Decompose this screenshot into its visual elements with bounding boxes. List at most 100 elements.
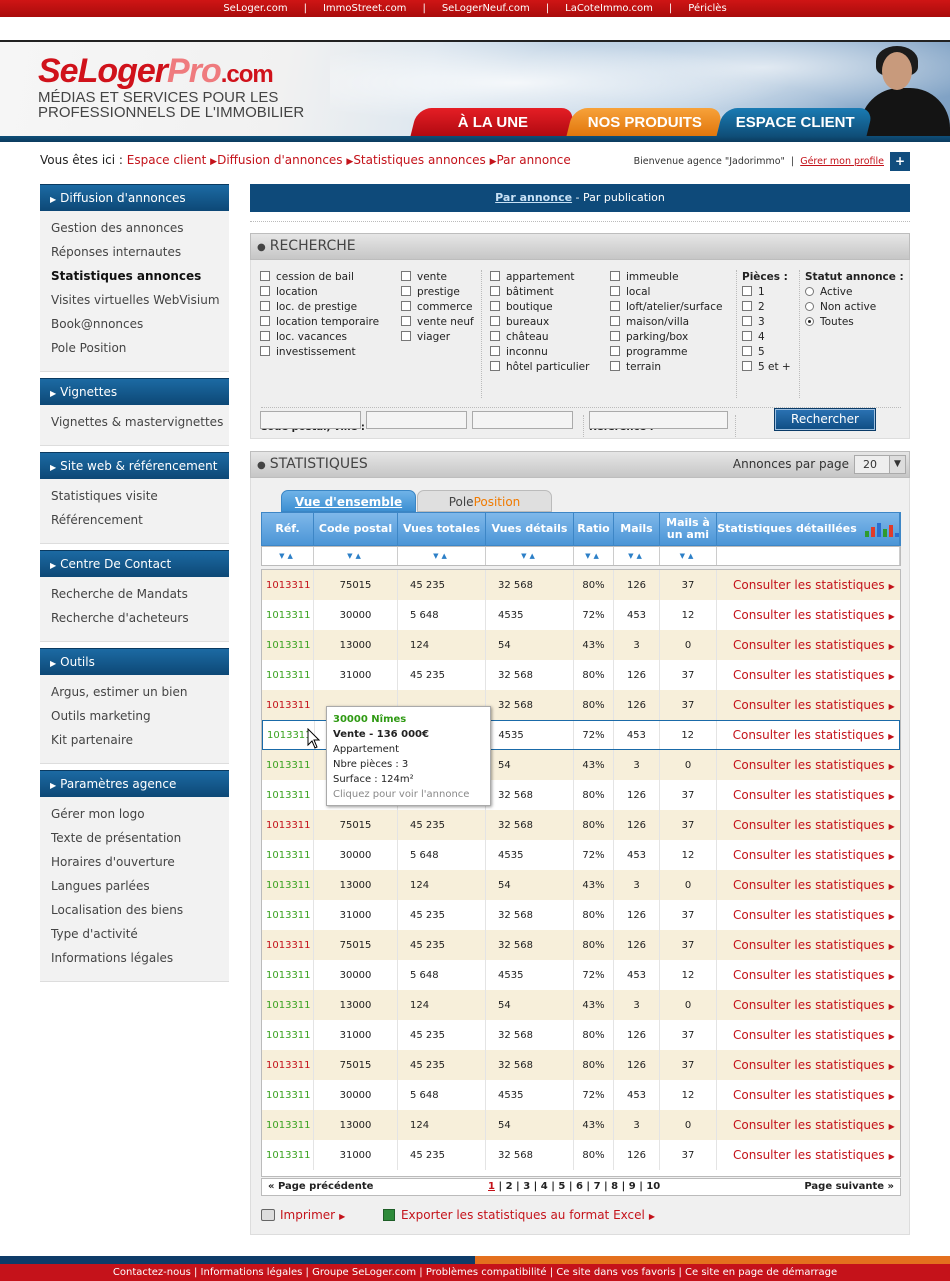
sort-arrows-icon[interactable]: ▼▲ <box>660 547 717 565</box>
consult-stats-link[interactable]: Consulter les statistiques ▶ <box>717 1058 895 1072</box>
nav-espace-client[interactable]: ESPACE CLIENT <box>716 108 874 136</box>
sort-arrows-icon[interactable]: ▼▲ <box>262 547 314 565</box>
radio-button[interactable] <box>805 287 814 296</box>
sidebar-item[interactable]: Pole Position <box>51 339 229 363</box>
previous-page-link[interactable]: « Page précédente <box>268 1181 373 1192</box>
sort-arrows-icon[interactable]: ▼▲ <box>398 547 486 565</box>
export-excel-link[interactable]: Exporter les statistiques au format Exce… <box>401 1208 645 1222</box>
sidebar-item[interactable]: Gestion des annonces <box>51 219 229 243</box>
property-type-option[interactable]: bureaux <box>490 315 589 330</box>
listing-reference[interactable]: 1013311 <box>266 790 311 801</box>
table-row[interactable]: 1013311 75015 45 235 32 568 80% 126 37 Consulte… <box>262 810 900 840</box>
nav-a-la-une[interactable]: À LA UNE <box>410 108 576 136</box>
checkbox[interactable] <box>610 271 620 281</box>
sidebar-section-header[interactable]: ▶ Diffusion d'annonces <box>40 184 229 211</box>
sidebar-item[interactable]: Visites virtuelles WebVisium <box>51 291 229 315</box>
listing-reference[interactable]: 1013311 <box>266 1150 311 1161</box>
checkbox[interactable] <box>401 271 411 281</box>
listing-reference[interactable]: 1013311 <box>266 820 311 831</box>
property-type-option[interactable]: appartement <box>490 270 589 285</box>
checkbox[interactable] <box>610 316 620 326</box>
listing-tooltip[interactable]: 30000 Nîmes Vente - 136 000€ Appartement… <box>326 706 491 806</box>
checkbox[interactable] <box>401 331 411 341</box>
status-option[interactable]: Toutes <box>805 315 904 330</box>
listing-reference[interactable]: 1013311 <box>266 760 311 771</box>
rooms-option[interactable]: 3 <box>742 315 791 330</box>
sidebar-section-header[interactable]: ▶ Outils <box>40 648 229 675</box>
consult-stats-link[interactable]: Consulter les statistiques ▶ <box>717 938 895 952</box>
sidebar-item[interactable]: Book@nnonces <box>51 315 229 339</box>
consult-stats-link[interactable]: Consulter les statistiques ▶ <box>717 788 895 802</box>
listing-reference[interactable]: 1013311 <box>266 1060 311 1071</box>
transaction-option[interactable]: cession de bail <box>260 270 379 285</box>
topbar-link[interactable]: LaCoteImmo.com <box>565 3 653 14</box>
checkbox[interactable] <box>490 286 500 296</box>
page-link[interactable]: 10 <box>646 1181 660 1192</box>
rooms-option[interactable]: 5 <box>742 345 791 360</box>
column-header[interactable]: Ratio <box>574 513 614 545</box>
transaction-option[interactable]: prestige <box>401 285 474 300</box>
sidebar-item[interactable]: Statistiques annonces <box>51 267 229 291</box>
sidebar-item[interactable]: Gérer mon logo <box>51 805 229 829</box>
sort-arrows-icon[interactable]: ▼▲ <box>574 547 614 565</box>
tab-vue-ensemble[interactable]: Vue d'ensemble <box>281 490 416 512</box>
sidebar-item[interactable]: Vignettes & mastervignettes <box>51 413 229 437</box>
listing-reference[interactable]: 1013311 <box>266 580 311 591</box>
property-type-option[interactable]: immeuble <box>610 270 722 285</box>
table-row[interactable]: 1013311 13000 124 54 43% 3 0 Consulter les stat… <box>262 990 900 1020</box>
transaction-option[interactable]: loc. de prestige <box>260 300 379 315</box>
listing-reference[interactable]: 1013311 <box>266 1030 311 1041</box>
checkbox[interactable] <box>610 286 620 296</box>
checkbox[interactable] <box>742 301 752 311</box>
status-option[interactable]: Non active <box>805 300 904 315</box>
status-option[interactable]: Active <box>805 285 904 300</box>
transaction-option[interactable]: investissement <box>260 345 379 360</box>
footer-link[interactable]: Ce site dans vos favoris <box>556 1267 675 1278</box>
topbar-link[interactable]: SeLoger.com <box>223 3 287 14</box>
listing-reference[interactable]: 1013311 <box>267 730 312 741</box>
property-type-option[interactable]: terrain <box>610 360 722 375</box>
column-header[interactable]: Réf. <box>262 513 314 545</box>
listing-reference[interactable]: 1013311 <box>266 640 311 651</box>
footer-link[interactable]: Ce site en page de démarrage <box>685 1267 837 1278</box>
page-link[interactable]: 1 <box>488 1181 495 1192</box>
listing-reference[interactable]: 1013311 <box>266 1000 311 1011</box>
sidebar-item[interactable]: Langues parlées <box>51 877 229 901</box>
transaction-option[interactable]: viager <box>401 330 474 345</box>
property-type-option[interactable]: maison/villa <box>610 315 722 330</box>
transaction-option[interactable]: loc. vacances <box>260 330 379 345</box>
table-row[interactable]: 1013311 75015 45 235 32 568 80% 126 37 Consulte… <box>262 1050 900 1080</box>
transaction-option[interactable]: vente neuf <box>401 315 474 330</box>
checkbox[interactable] <box>490 361 500 371</box>
column-header[interactable]: Code postal <box>314 513 398 545</box>
property-type-option[interactable]: inconnu <box>490 345 589 360</box>
table-row[interactable]: 1013311 31000 45 235 32 568 80% 126 37 Consulte… <box>262 900 900 930</box>
radio-button[interactable] <box>805 302 814 311</box>
footer-link[interactable]: Contactez-nous <box>113 1267 191 1278</box>
consult-stats-link[interactable]: Consulter les statistiques ▶ <box>717 908 895 922</box>
manage-profile-link[interactable]: Gérer mon profile <box>800 156 884 167</box>
breadcrumb-espace-client[interactable]: Espace client <box>127 153 207 167</box>
breadcrumb-diffusion[interactable]: Diffusion d'annonces <box>217 153 342 167</box>
consult-stats-link[interactable]: Consulter les statistiques ▶ <box>717 1148 895 1162</box>
rooms-option[interactable]: 1 <box>742 285 791 300</box>
sidebar-item[interactable]: Argus, estimer un bien <box>51 683 229 707</box>
sort-arrows-icon[interactable]: ▼▲ <box>486 547 574 565</box>
column-header[interactable]: Vues détails <box>486 513 574 545</box>
rooms-option[interactable]: 2 <box>742 300 791 315</box>
page-link[interactable]: 4 <box>541 1181 548 1192</box>
footer-link[interactable]: Informations légales <box>201 1267 303 1278</box>
consult-stats-link[interactable]: Consulter les statistiques ▶ <box>717 818 895 832</box>
sidebar-item[interactable]: Informations légales <box>51 949 229 973</box>
checkbox[interactable] <box>742 361 752 371</box>
page-link[interactable]: 7 <box>594 1181 601 1192</box>
checkbox[interactable] <box>490 316 500 326</box>
checkbox[interactable] <box>742 286 752 296</box>
sidebar-section-header[interactable]: ▶ Centre De Contact <box>40 550 229 577</box>
transaction-option[interactable]: location temporaire <box>260 315 379 330</box>
listing-reference[interactable]: 1013311 <box>266 910 311 921</box>
transaction-option[interactable]: commerce <box>401 300 474 315</box>
listing-reference[interactable]: 1013311 <box>266 970 311 981</box>
column-header[interactable]: Vues totales <box>398 513 486 545</box>
sidebar-section-header[interactable]: ▶ Paramètres agence <box>40 770 229 797</box>
